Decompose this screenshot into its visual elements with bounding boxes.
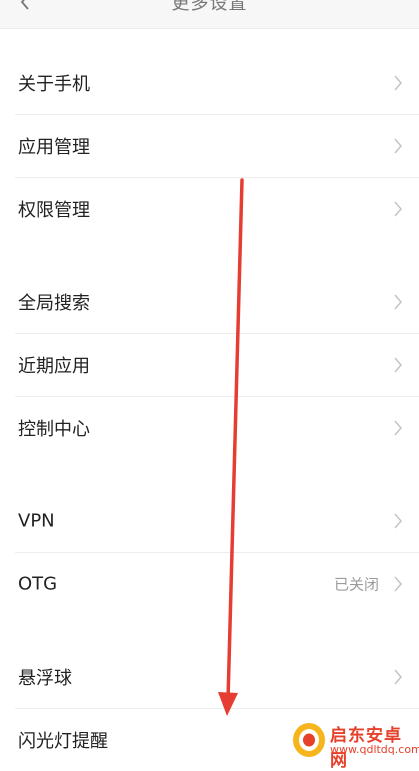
row-label: 应用管理 <box>18 137 90 158</box>
group-divider <box>0 240 419 271</box>
row-label: 近期应用 <box>18 356 90 377</box>
settings-row-otg[interactable]: OTG 已关闭 <box>15 553 419 615</box>
settings-row-app-management[interactable]: 应用管理 <box>15 115 419 178</box>
chevron-right-icon <box>394 201 402 217</box>
settings-list: 关于手机 应用管理 权限管理 全局搜索 近期应用 控制中心 VPN OTG 已关… <box>0 52 419 771</box>
chevron-right-icon <box>394 357 402 373</box>
row-label: 关于手机 <box>18 74 90 95</box>
row-label: VPN <box>18 510 55 532</box>
chevron-right-icon <box>394 75 402 91</box>
watermark-logo-icon <box>293 723 325 757</box>
chevron-right-icon <box>394 420 402 436</box>
row-label: 全局搜索 <box>18 293 90 314</box>
site-watermark: 启东安卓网 www.qdltdq.com <box>292 718 419 771</box>
row-label: OTG <box>18 573 58 595</box>
group-divider <box>0 615 419 646</box>
settings-row-control-center[interactable]: 控制中心 <box>15 397 419 459</box>
group-divider <box>0 459 419 490</box>
settings-row-global-search[interactable]: 全局搜索 <box>15 271 419 334</box>
chevron-right-icon <box>394 138 402 154</box>
chevron-right-icon <box>394 513 402 529</box>
row-label: 控制中心 <box>18 419 90 440</box>
otg-status-value: 已关闭 <box>333 575 379 594</box>
page-title: 更多设置 <box>171 0 248 14</box>
title-bar: 更多设置 <box>0 0 419 29</box>
watermark-url: www.qdltdq.com <box>330 743 419 756</box>
row-label: 权限管理 <box>18 200 90 221</box>
chevron-right-icon <box>394 294 402 310</box>
settings-row-permission-management[interactable]: 权限管理 <box>15 178 419 240</box>
settings-row-vpn[interactable]: VPN <box>15 490 419 553</box>
settings-row-recent-apps[interactable]: 近期应用 <box>15 334 419 397</box>
chevron-right-icon <box>394 576 402 592</box>
settings-row-floating-ball[interactable]: 悬浮球 <box>15 646 419 709</box>
settings-row-about-phone[interactable]: 关于手机 <box>15 52 419 115</box>
row-label: 悬浮球 <box>18 668 72 689</box>
row-label: 闪光灯提醒 <box>18 731 108 752</box>
chevron-right-icon <box>394 669 402 685</box>
